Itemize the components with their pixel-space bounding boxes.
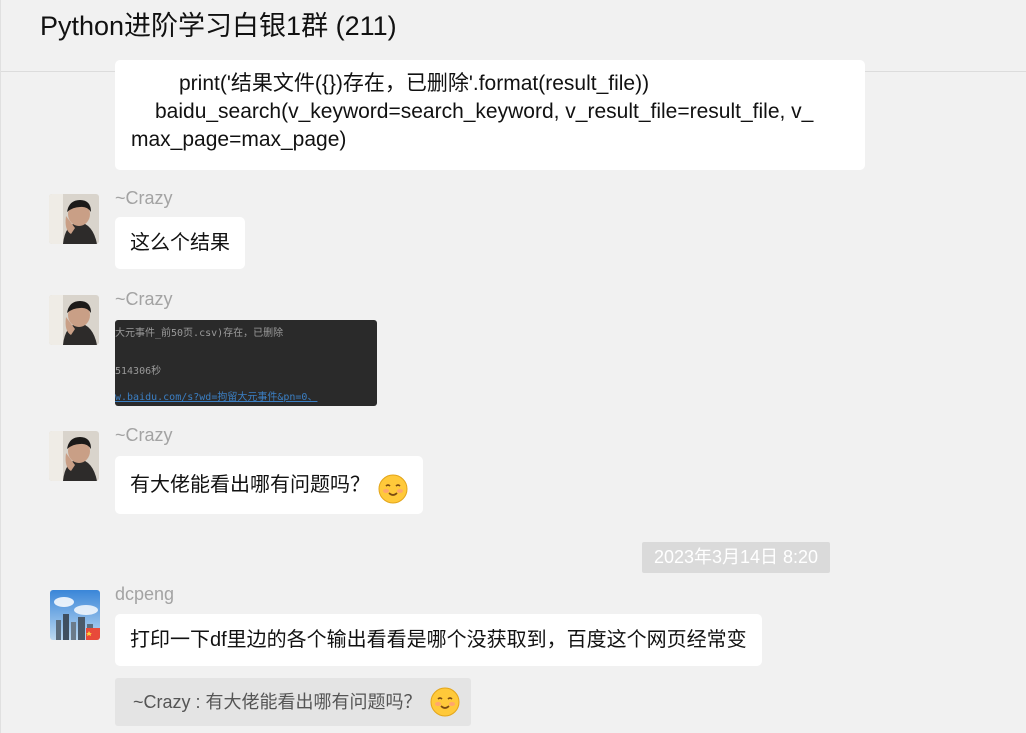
chat-window: Python进阶学习白银1群 (211) print('结果文件({})存在，已… [0, 0, 1026, 733]
code-line: baidu_search(v_keyword=search_keyword, v… [155, 100, 814, 123]
screenshot-image-message[interactable]: 大元事件_前50页.csv)存在，已删除 514306秒 w.baidu.com… [115, 320, 377, 406]
avatar-crazy[interactable] [49, 295, 99, 345]
smiling-face-icon [430, 687, 460, 717]
message-bubble[interactable]: 这么个结果 [115, 217, 245, 269]
message-text: 这么个结果 [130, 232, 230, 254]
avatar-dcpeng[interactable] [50, 590, 100, 640]
image-text-line: w.baidu.com/s?wd=拘留大元事件&pn=0、 [115, 392, 318, 403]
quoted-message[interactable]: ~Crazy : 有大佬能看出哪有问题吗？ [115, 678, 471, 726]
sender-name: dcpeng [115, 584, 175, 604]
smiling-face-icon [378, 469, 408, 504]
quoted-text: ~Crazy : 有大佬能看出哪有问题吗？ [133, 692, 422, 712]
message-text: 有大佬能看出哪有问题吗？ [130, 474, 370, 496]
sender-name: ~Crazy [115, 289, 173, 309]
sender-name: ~Crazy [115, 425, 173, 445]
message-bubble[interactable]: 有大佬能看出哪有问题吗？ [115, 456, 423, 514]
chat-title[interactable]: Python进阶学习白银1群 (211) [40, 8, 397, 44]
code-message-bubble[interactable]: print('结果文件({})存在，已删除'.format(result_fil… [115, 60, 865, 170]
avatar-crazy[interactable] [49, 194, 99, 244]
sender-name: ~Crazy [115, 188, 173, 208]
image-text-line: 514306秒 [115, 366, 162, 377]
message-text: 打印一下df里边的各个输出看看是哪个没获取到，百度这个网页经常变 [130, 629, 747, 651]
avatar-crazy[interactable] [49, 431, 99, 481]
code-line: max_page=max_page) [131, 128, 347, 151]
image-text-line: 大元事件_前50页.csv)存在，已删除 [115, 328, 284, 339]
timestamp-badge: 2023年3月14日 8:20 [642, 542, 830, 573]
code-line: print('结果文件({})存在，已删除'.format(result_fil… [179, 72, 650, 95]
message-bubble[interactable]: 打印一下df里边的各个输出看看是哪个没获取到，百度这个网页经常变 [115, 614, 762, 666]
